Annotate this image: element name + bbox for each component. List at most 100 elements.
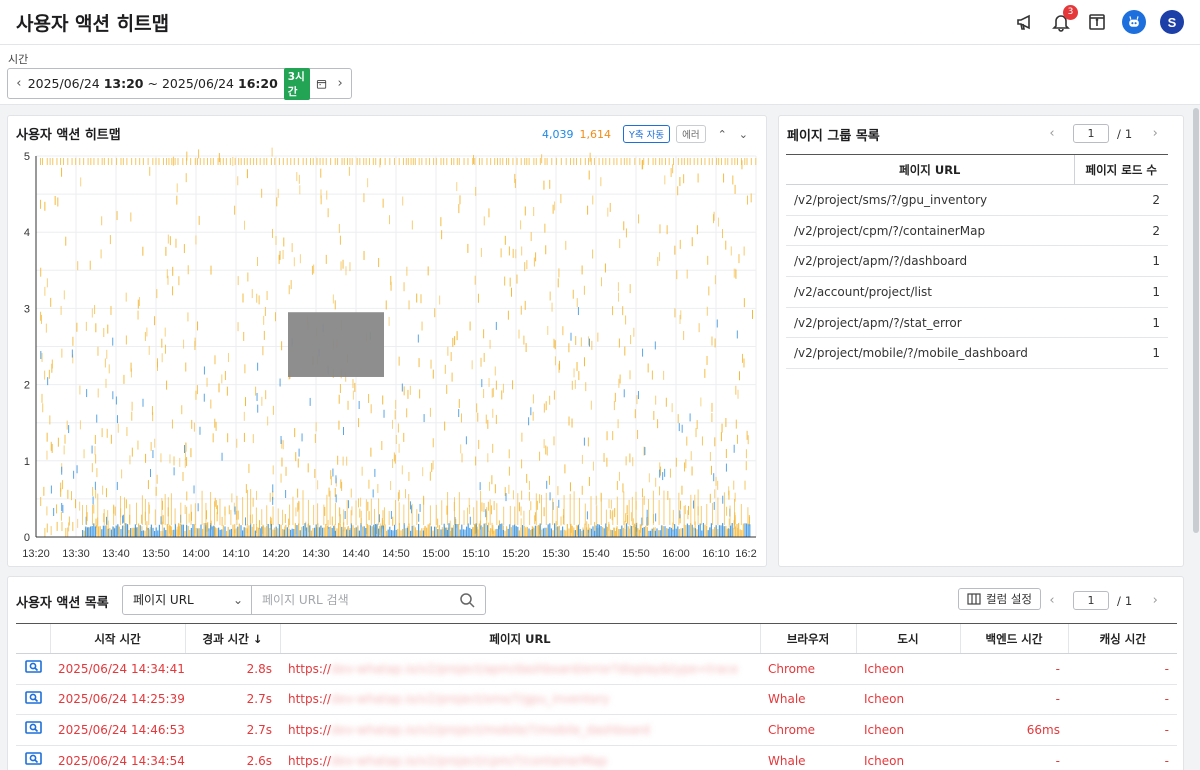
bell-icon[interactable]: 3 [1050,5,1078,33]
heatmap-cell [116,481,118,490]
heatmap-cell [641,488,643,498]
col-page-load-count[interactable]: 페이지 로드 수 [1073,154,1168,185]
heatmap-chart[interactable]: 01234513:20 13:30 13:40 13:50 14:00 14:10 14:2… [8,144,766,566]
heatmap-cell [458,204,460,214]
detail-cell[interactable] [16,653,50,685]
col-browser[interactable]: 브라우저 [759,623,856,654]
column-settings-button[interactable]: 컬럼 설정 [958,588,1041,610]
chevron-left-icon[interactable]: ‹ [14,76,24,91]
col-elapsed-time[interactable]: 경과 시간 ↓ [184,623,280,654]
heatmap-cell [71,349,73,358]
heatmap-cell [61,466,63,475]
table-row[interactable]: 2025/06/24 14:25:39 2.7s https://dev-wha… [16,684,1177,716]
time-range-picker[interactable]: ‹ 2025/06/24 13:20 ~ 2025/06/24 16:20 3시… [7,67,352,100]
table-row[interactable]: /v2/project/apm/?/dashboard 1 [786,245,1168,278]
heatmap-cell [172,156,174,166]
page-input[interactable]: 1 [1073,591,1109,610]
table-row[interactable]: 2025/06/24 14:46:53 2.7s https://dev-wha… [16,714,1177,746]
heatmap-cell [374,468,376,477]
start-time-cell: 2025/06/24 14:34:54 [50,745,185,770]
error-filter-button[interactable]: 에러 [676,125,706,143]
heatmap-cell [317,523,319,537]
bot-icon[interactable] [1122,10,1146,34]
heatmap-cell [614,530,616,537]
user-avatar[interactable]: S [1160,10,1184,34]
heatmap-cell [711,413,713,423]
col-backend-time[interactable]: 백엔드 시간 [959,623,1068,654]
col-page-url[interactable]: 페이지 URL [786,154,1074,185]
heatmap-cell [429,505,431,525]
filter-select[interactable]: 페이지 URL ⌄ [122,585,252,615]
calendar-icon[interactable] [316,76,327,92]
chevron-up-icon[interactable]: ⌃ [718,128,727,141]
next-page-icon[interactable]: › [1146,126,1164,141]
prev-page-icon[interactable]: ‹ [1043,593,1061,608]
y-axis-auto-button[interactable]: Y축 자동 [623,125,671,143]
col-city[interactable]: 도시 [855,623,960,654]
heatmap-cell [735,385,737,395]
heatmap-cell [311,265,313,275]
heatmap-cell [723,492,725,525]
heatmap-cell [458,523,460,537]
heatmap-cell [476,500,478,525]
heatmap-cell [147,158,149,165]
page-input[interactable]: 1 [1073,124,1109,143]
col-page-url[interactable]: 페이지 URL [279,623,760,654]
search-input[interactable] [252,586,442,614]
page-url-cell[interactable]: https://dev-whatap.io/v2/project/cpm/?/c… [280,745,760,770]
detail-cell[interactable] [16,684,50,716]
table-row[interactable]: /v2/project/sms/?/gpu_inventory 2 [786,184,1168,216]
table-row[interactable]: 2025/06/24 14:34:41 2.8s https://dev-wha… [16,653,1177,685]
chevron-right-icon[interactable]: › [335,76,345,91]
page-url-cell: /v2/account/project/list [786,276,1074,308]
heatmap-cell [206,158,208,165]
megaphone-icon[interactable] [1014,11,1036,33]
heatmap-cell [546,446,548,456]
heatmap-cell [68,425,70,434]
heatmap-cell [350,523,352,537]
table-row[interactable]: /v2/project/apm/?/stat_error 1 [786,307,1168,339]
heatmap-cell [214,527,216,537]
heatmap-cell [354,382,356,392]
detail-cell[interactable] [16,714,50,746]
info-panel-icon[interactable] [1086,11,1108,33]
col-start-time[interactable]: 시작 시간 [49,623,185,654]
table-row[interactable]: /v2/account/project/list 1 [786,276,1168,308]
magnifier-detail-icon[interactable] [25,660,42,674]
magnifier-detail-icon[interactable] [25,691,42,705]
magnifier-detail-icon[interactable] [25,752,42,766]
scrollbar[interactable] [1193,108,1199,533]
table-row[interactable]: /v2/project/mobile/?/mobile_dashboard 1 [786,337,1168,370]
cache-time-cell: - [1068,714,1177,746]
heatmap-cell [114,528,116,537]
next-page-icon[interactable]: › [1146,593,1164,608]
heatmap-cell [720,432,722,442]
detail-cell[interactable] [16,745,50,770]
heatmap-cell [256,293,258,303]
range-badge[interactable]: 3시간 [283,67,311,100]
heatmap-cell [491,388,493,398]
chevron-down-icon[interactable]: ⌄ [739,128,748,141]
search-icon[interactable] [459,592,475,608]
heatmap-cell [581,530,583,537]
page-url-cell[interactable]: https://dev-whatap.io/v2/project/apm/das… [280,653,760,685]
heatmap-cell [403,282,405,292]
heatmap-cell [486,158,488,165]
heatmap-cell [550,528,552,537]
page-url-cell[interactable]: https://dev-whatap.io/v2/project/mobile/… [280,714,760,746]
heatmap-cell [624,346,626,356]
heatmap-cell [65,236,67,246]
heatmap-cell [230,509,232,525]
heatmap-cell [449,520,451,530]
prev-page-icon[interactable]: ‹ [1043,126,1061,141]
heatmap-cell [93,504,95,514]
page-url-cell[interactable]: https://dev-whatap.io/v2/project/sms/?/g… [280,684,760,716]
table-row[interactable]: 2025/06/24 14:34:54 2.6s https://dev-wha… [16,745,1177,770]
heatmap-cell [293,528,295,537]
magnifier-detail-icon[interactable] [25,721,42,735]
col-cache-time[interactable]: 캐싱 시간 [1067,623,1177,654]
heatmap-cell [557,486,559,496]
heatmap-cell [586,511,588,520]
table-row[interactable]: /v2/project/cpm/?/containerMap 2 [786,215,1168,247]
heatmap-cell [228,505,230,515]
